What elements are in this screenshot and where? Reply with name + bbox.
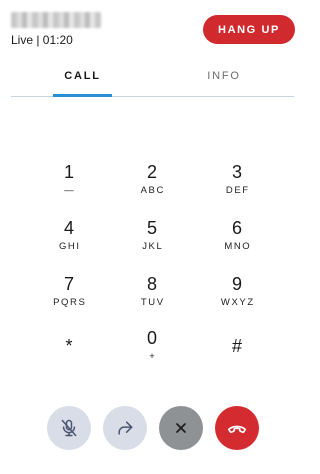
- key-letters: PQRS: [53, 297, 87, 308]
- dismiss-button[interactable]: [159, 406, 203, 450]
- key-letters: GHI: [58, 241, 81, 252]
- dialpad-key-6[interactable]: 6 MNO: [207, 217, 267, 263]
- call-status: Live | 01:20: [11, 33, 73, 47]
- dialpad-key-4[interactable]: 4 GHI: [39, 217, 99, 263]
- dialpad-key-3[interactable]: 3 DEF: [207, 161, 267, 207]
- dialpad-key-9[interactable]: 9 WXYZ: [207, 273, 267, 319]
- key-letters: ABC: [140, 185, 165, 196]
- key-letters: +: [149, 351, 157, 362]
- microphone-muted-icon: [61, 419, 77, 437]
- close-icon: [176, 423, 186, 433]
- key-digit: 5: [146, 218, 157, 238]
- key-symbol: *: [65, 336, 73, 356]
- phone-hangup-icon: [227, 425, 247, 434]
- key-digit: 2: [146, 162, 157, 182]
- tab-active-indicator: [53, 94, 112, 97]
- key-digit: 8: [146, 274, 157, 294]
- key-letters: —: [64, 185, 76, 196]
- dialpad-key-8[interactable]: 8 TUV: [122, 273, 182, 319]
- key-digit: 4: [63, 218, 74, 238]
- key-digit: 7: [63, 274, 74, 294]
- dialpad-key-0[interactable]: 0 +: [122, 327, 182, 373]
- key-digit: 6: [231, 218, 242, 238]
- call-actions-bar: [0, 406, 305, 452]
- key-letters: DEF: [225, 185, 250, 196]
- dialpad-key-5[interactable]: 5 JKL: [122, 217, 182, 263]
- dialpad-key-star[interactable]: *: [39, 327, 99, 373]
- dialpad-key-2[interactable]: 2 ABC: [122, 161, 182, 207]
- key-letters: WXYZ: [220, 297, 255, 308]
- end-call-button[interactable]: [215, 406, 259, 450]
- key-symbol: #: [231, 336, 242, 356]
- key-letters: MNO: [224, 241, 252, 252]
- tab-info[interactable]: INFO: [193, 70, 255, 82]
- mute-button[interactable]: [47, 406, 91, 450]
- hang-up-button[interactable]: HANG UP: [203, 15, 295, 44]
- tab-bar: CALL INFO: [11, 60, 294, 97]
- transfer-button[interactable]: [103, 406, 147, 450]
- dialpad-key-7[interactable]: 7 PQRS: [39, 273, 99, 319]
- forward-arrow-icon: [118, 421, 133, 435]
- caller-name-redacted: [11, 12, 101, 28]
- key-digit: 1: [63, 162, 74, 182]
- dialpad-key-hash[interactable]: #: [207, 327, 267, 373]
- key-digit: 3: [231, 162, 242, 182]
- key-letters: TUV: [140, 297, 165, 308]
- key-digit: 9: [231, 274, 242, 294]
- dialpad-key-1[interactable]: 1 —: [39, 161, 99, 207]
- key-digit: 0: [146, 328, 157, 348]
- tab-call[interactable]: CALL: [53, 70, 112, 82]
- key-letters: JKL: [142, 241, 164, 252]
